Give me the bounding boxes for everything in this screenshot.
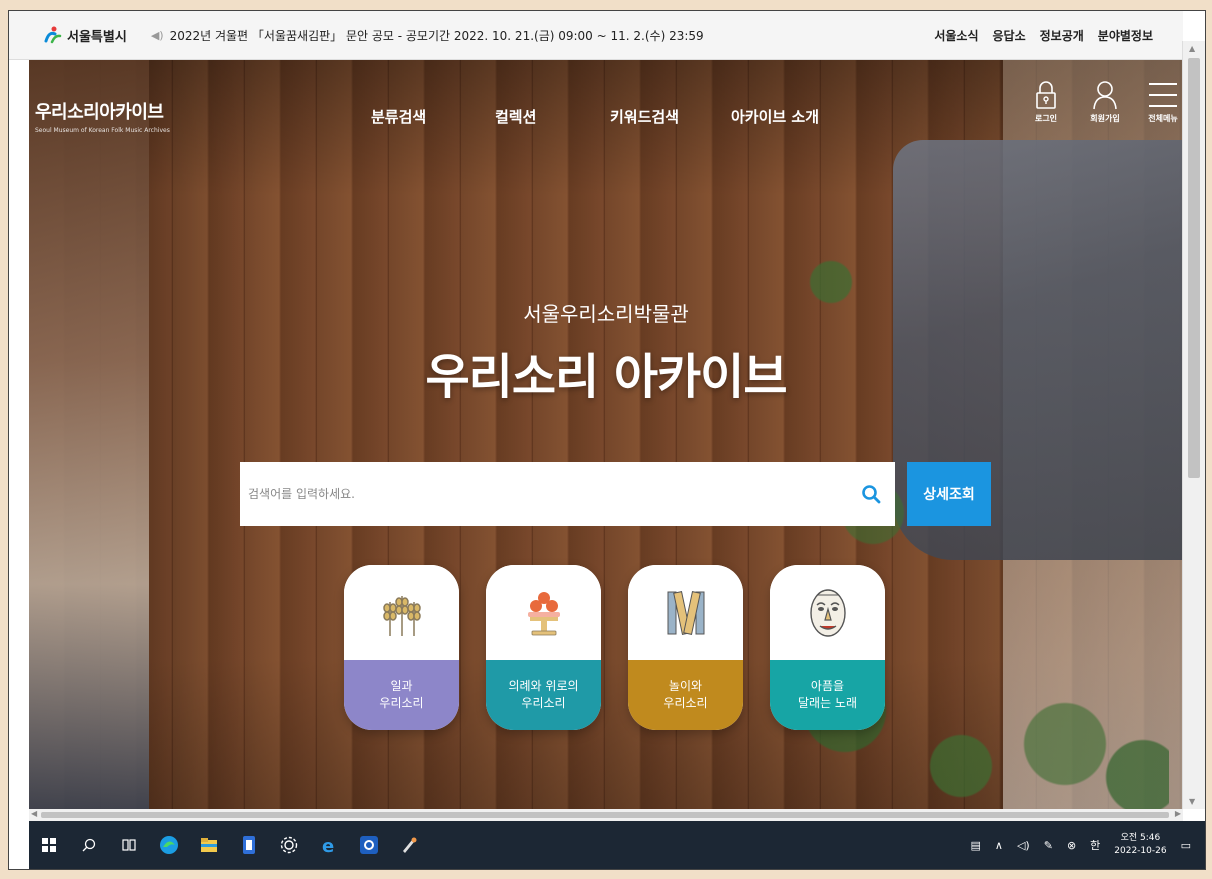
util-menu: 로그인 회원가입 전체메뉴	[1026, 80, 1183, 124]
taskbar-search[interactable]	[69, 821, 109, 869]
seoul-top-bar: 서울특별시 ◀) 2022년 겨울편 「서울꿈새김판」 문안 공모 - 공모기간…	[9, 11, 1183, 60]
category-label: 아픔을 달래는 노래	[770, 660, 885, 730]
link-eungdapso[interactable]: 응답소	[993, 27, 1026, 44]
settings-tray-icon[interactable]: ⊗	[1067, 839, 1076, 852]
hamburger-icon	[1149, 83, 1177, 107]
start-button[interactable]	[29, 821, 69, 869]
login-label: 로그인	[1034, 114, 1058, 123]
seoul-logo-text: 서울특별시	[67, 29, 127, 45]
link-field-info[interactable]: 분야별정보	[1098, 27, 1153, 44]
scroll-right-icon[interactable]: ▶	[1175, 809, 1181, 818]
taskbar-paint[interactable]	[389, 821, 429, 869]
hero-banner: 우리소리아카이브 Seoul Museum of Korean Folk Mus…	[29, 60, 1183, 809]
search-icon	[82, 838, 96, 852]
brush-icon	[403, 837, 417, 853]
scroll-thumb[interactable]	[1188, 58, 1200, 478]
taskbar-app-q[interactable]	[349, 821, 389, 869]
seoul-logo[interactable]: 서울특별시	[43, 25, 127, 45]
wheat-icon	[382, 595, 421, 636]
windows-taskbar: e ▤ ∧ ◁) ✎ ⊗ 한 오전 5:46 2022-10-26 ▭	[29, 821, 1205, 869]
browser-frame: 서울특별시 ◀) 2022년 겨울편 「서울꿈새김판」 문안 공모 - 공모기간…	[8, 10, 1206, 870]
scroll-down-icon[interactable]: ▼	[1189, 797, 1195, 806]
folder-icon	[201, 838, 217, 852]
category-label: 일과 우리소리	[344, 660, 459, 730]
archive-logo[interactable]: 우리소리아카이브 Seoul Museum of Korean Folk Mus…	[35, 98, 170, 134]
tray-chevron-up-icon[interactable]: ∧	[995, 839, 1003, 852]
windows-icon	[42, 838, 56, 852]
scroll-left-icon[interactable]: ◀	[31, 809, 37, 818]
gear-icon	[280, 836, 298, 854]
category-label: 놀이와 우리소리	[628, 660, 743, 730]
nav-classification-search[interactable]: 분류검색	[371, 106, 495, 127]
search-icon	[862, 485, 881, 504]
offering-icon	[527, 591, 560, 635]
taskbar-app-blue[interactable]	[229, 821, 269, 869]
taskbar-ie[interactable]: e	[309, 821, 349, 869]
category-play-songs[interactable]: 놀이와 우리소리	[628, 565, 743, 730]
pen-icon[interactable]: ✎	[1044, 839, 1053, 852]
archive-logo-name: 우리소리아카이브	[35, 102, 164, 123]
hero-bg-ivy-bottom	[909, 700, 1169, 809]
scroll-up-icon[interactable]: ▲	[1189, 44, 1195, 53]
category-healing-songs[interactable]: 아픔을 달래는 노래	[770, 565, 885, 730]
taskbar-edge[interactable]	[149, 821, 189, 869]
login-button[interactable]: 로그인	[1026, 80, 1066, 124]
category-work-songs[interactable]: 일과 우리소리	[344, 565, 459, 730]
task-view-button[interactable]	[109, 821, 149, 869]
link-info-disclosure[interactable]: 정보공개	[1040, 27, 1084, 44]
speaker-icon: ◀)	[150, 28, 164, 42]
vertical-scrollbar[interactable]: ▲ ▼	[1182, 41, 1205, 809]
notification-icon[interactable]: ▭	[1181, 839, 1191, 852]
hero-title: 우리소리 아카이브	[425, 349, 788, 405]
nav-keyword-search[interactable]: 키워드검색	[610, 106, 731, 127]
app-icon	[243, 836, 255, 854]
taskbar-explorer[interactable]	[189, 821, 229, 869]
seoul-symbol-icon	[44, 26, 62, 44]
archive-logo-sub: Seoul Museum of Korean Folk Music Archiv…	[35, 127, 170, 134]
news-icon[interactable]: ▤	[970, 839, 980, 852]
full-menu-button[interactable]: 전체메뉴	[1143, 80, 1183, 124]
yut-sticks-icon	[667, 590, 704, 635]
clock[interactable]: 오전 5:46 2022-10-26	[1114, 832, 1166, 858]
task-view-icon	[122, 839, 136, 851]
svg-text:e: e	[322, 836, 334, 855]
app-q-icon	[360, 836, 378, 854]
internet-explorer-icon: e	[322, 836, 334, 855]
category-label: 의례와 위로의 우리소리	[486, 660, 601, 730]
edge-icon	[160, 836, 178, 854]
join-button[interactable]: 회원가입	[1083, 80, 1127, 124]
clock-time: 오전 5:46	[1120, 833, 1161, 843]
search-button[interactable]	[853, 474, 889, 514]
hscroll-thumb[interactable]	[41, 812, 1169, 818]
ime-indicator[interactable]: 한	[1090, 837, 1100, 853]
mask-icon	[809, 588, 846, 637]
category-list: 일과 우리소리 의례와 위로의 우리소리 놀이와 우리소리 아픔을 달래는 노래	[344, 565, 885, 730]
join-label: 회원가입	[1090, 114, 1120, 123]
seoul-links: 서울소식 응답소 정보공개 분야별정보	[934, 27, 1153, 44]
menu-label: 전체메뉴	[1148, 114, 1178, 123]
main-nav: 분류검색 컬렉션 키워드검색 아카이브 소개	[371, 106, 819, 127]
search-box	[240, 462, 895, 526]
notice-ticker[interactable]: ◀) 2022년 겨울편 「서울꿈새김판」 문안 공모 - 공모기간 2022.…	[151, 27, 704, 44]
nav-archive-about[interactable]: 아카이브 소개	[731, 106, 819, 127]
notice-text: 2022년 겨울편 「서울꿈새김판」 문안 공모 - 공모기간 2022. 10…	[169, 28, 704, 43]
taskbar-settings[interactable]	[269, 821, 309, 869]
lock-icon	[1036, 81, 1056, 109]
nav-collection[interactable]: 컬렉션	[495, 106, 610, 127]
hero-subtitle: 서울우리소리박물관	[523, 302, 689, 326]
category-ritual-songs[interactable]: 의례와 위로의 우리소리	[486, 565, 601, 730]
detail-search-button[interactable]: 상세조회	[907, 462, 991, 526]
horizontal-scrollbar[interactable]: ◀ ▶	[29, 809, 1183, 821]
user-icon	[1093, 81, 1117, 110]
volume-icon[interactable]: ◁)	[1017, 839, 1030, 852]
clock-date: 2022-10-26	[1114, 846, 1167, 856]
system-tray: ▤ ∧ ◁) ✎ ⊗ 한 오전 5:46 2022-10-26 ▭	[970, 832, 1191, 858]
search-input[interactable]	[240, 486, 853, 502]
hero-bg-left	[29, 60, 149, 809]
link-seoul-news[interactable]: 서울소식	[934, 27, 978, 44]
